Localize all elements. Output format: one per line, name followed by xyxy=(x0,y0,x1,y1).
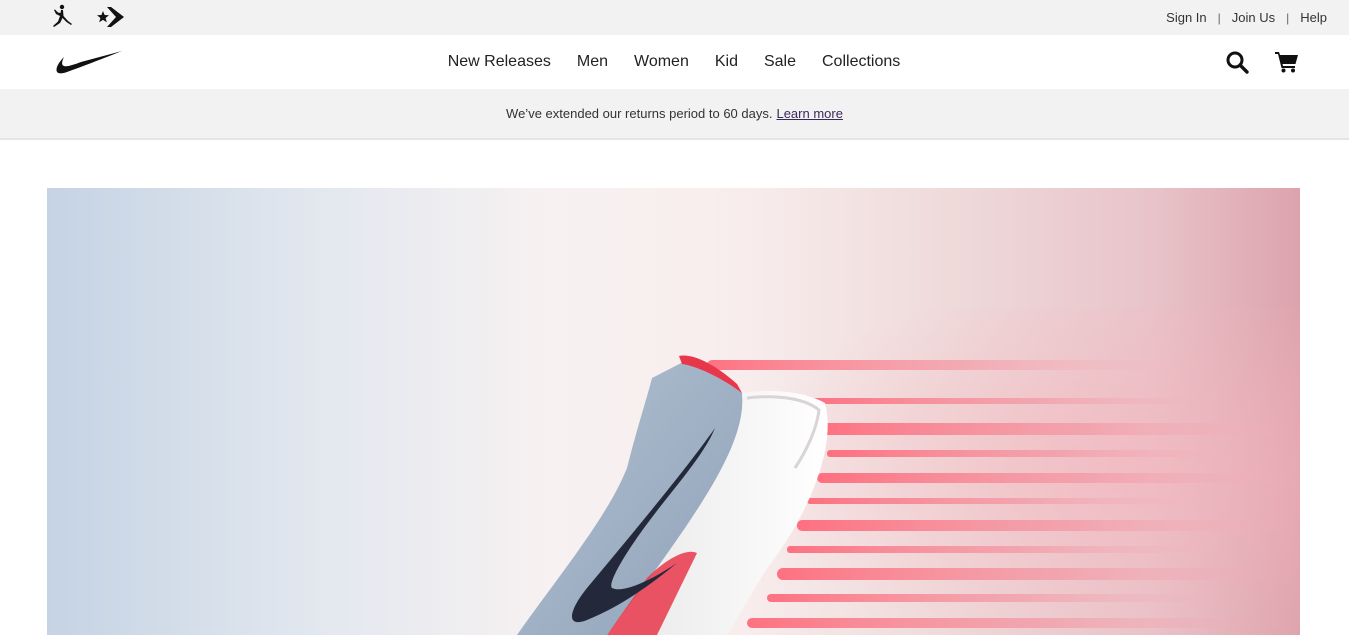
search-icon[interactable] xyxy=(1223,48,1251,76)
nav-women[interactable]: Women xyxy=(634,53,689,71)
promo-banner: We’ve extended our returns period to 60 … xyxy=(0,89,1349,140)
separator: | xyxy=(1217,10,1221,25)
nav-kid[interactable]: Kid xyxy=(715,53,738,71)
account-links: Sign In | Join Us | Help xyxy=(1166,0,1327,35)
main-header: New Releases Men Women Kid Sale Collecti… xyxy=(0,35,1349,89)
sign-in-link[interactable]: Sign In xyxy=(1166,10,1206,25)
promo-text: We’ve extended our returns period to 60 … xyxy=(506,106,773,121)
jordan-jumpman-icon[interactable] xyxy=(47,4,75,30)
help-link[interactable]: Help xyxy=(1300,10,1327,25)
nav-sale[interactable]: Sale xyxy=(764,53,796,71)
nav-men[interactable]: Men xyxy=(577,53,608,71)
join-us-link[interactable]: Join Us xyxy=(1232,10,1275,25)
main-navigation: New Releases Men Women Kid Sale Collecti… xyxy=(0,35,1349,89)
learn-more-link[interactable]: Learn more xyxy=(776,106,842,121)
nike-swoosh-icon[interactable] xyxy=(55,49,123,75)
nav-collections[interactable]: Collections xyxy=(822,53,900,71)
nav-new-releases[interactable]: New Releases xyxy=(448,53,551,71)
cart-icon[interactable] xyxy=(1273,48,1301,76)
separator: | xyxy=(1286,10,1290,25)
running-shoe-hero-image[interactable] xyxy=(47,188,1300,635)
converse-icon[interactable] xyxy=(96,4,126,30)
utility-bar: Sign In | Join Us | Help xyxy=(0,0,1349,35)
